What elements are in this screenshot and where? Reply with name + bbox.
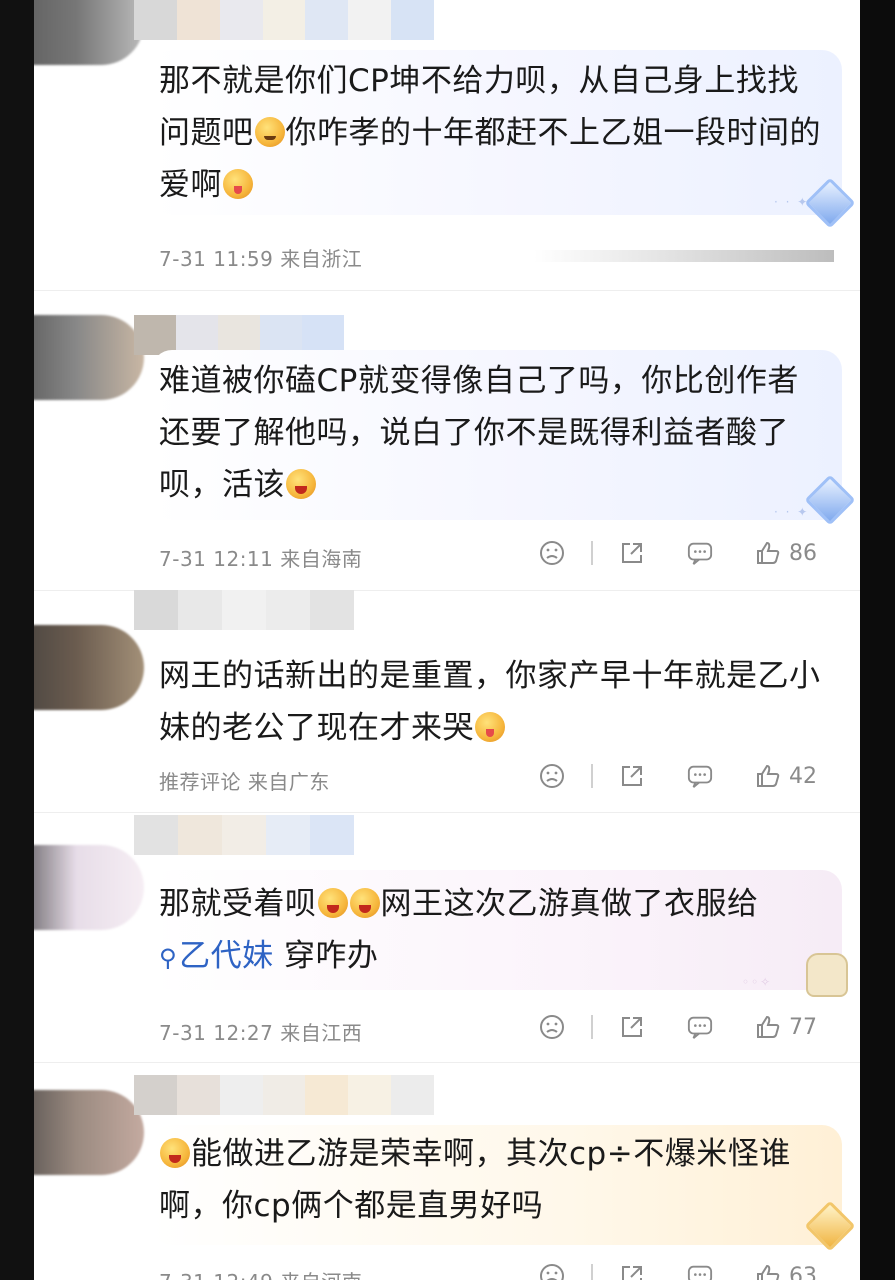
action-separator	[591, 541, 593, 565]
comment-actions: 42	[539, 763, 817, 789]
thumbs-up-icon[interactable]	[755, 1263, 781, 1280]
blurred-action-bar	[534, 250, 834, 262]
sparkle-dots-icon: · · ✦	[774, 195, 810, 209]
username-blurred[interactable]	[134, 0, 434, 40]
username-blurred[interactable]	[134, 1075, 434, 1115]
comment-feed: 那不就是你们CP坤不给力呗，从自己身上找找问题吧 你咋孝的十年都赶不上乙姐一段时间…	[34, 0, 860, 1280]
divider	[34, 1062, 860, 1063]
comment-actions: 77	[539, 1014, 817, 1040]
action-separator	[591, 1264, 593, 1280]
sly-emoji-icon	[475, 712, 505, 742]
search-icon: ⚲	[159, 944, 178, 972]
comment-bubble-icon[interactable]	[687, 1263, 713, 1280]
tongue-out-emoji-icon	[349, 888, 380, 918]
comment-text: 难道被你磕CP就变得像自己了吗，你比创作者还要了解他吗，说白了你不是既得利益者酸…	[159, 363, 799, 503]
avatar[interactable]	[34, 1090, 144, 1175]
share-icon[interactable]	[619, 1263, 645, 1280]
username-blurred[interactable]	[134, 315, 344, 355]
comment-meta: 7-31 12:27 来自江西	[159, 1021, 363, 1045]
comment-bubble-icon[interactable]	[687, 763, 713, 789]
divider	[34, 290, 860, 291]
avatar[interactable]	[34, 0, 144, 65]
comment-meta: 7-31 11:59 来自浙江	[159, 247, 363, 271]
frown-face-icon[interactable]	[539, 1014, 565, 1040]
frown-face-icon[interactable]	[539, 763, 565, 789]
tongue-out-emoji-icon	[160, 1138, 190, 1168]
thumbs-up-icon[interactable]	[755, 1014, 781, 1040]
topic-link[interactable]: ⚲乙代妹	[159, 938, 274, 974]
thumbs-up-icon[interactable]	[755, 540, 781, 566]
comment-meta: 7-31 12:11 来自海南	[159, 547, 363, 571]
comment-bubble-icon[interactable]	[687, 540, 713, 566]
sparkle-dots-icon: · · ✦	[774, 505, 810, 519]
bear-badge-icon	[806, 953, 848, 997]
thumbs-up-icon[interactable]	[755, 763, 781, 789]
avatar[interactable]	[34, 625, 144, 710]
comment-text: 能做进乙游是荣幸啊，其次cp÷不爆米怪谁啊，你cp俩个都是直男好吗	[159, 1136, 791, 1224]
like-count: 77	[789, 1014, 817, 1040]
comment-meta: 推荐评论 来自广东	[159, 770, 330, 794]
like-count: 63	[789, 1263, 817, 1280]
share-icon[interactable]	[619, 1014, 645, 1040]
comment-actions: 86	[539, 540, 817, 566]
tongue-out-emoji-icon	[317, 888, 348, 918]
comment-text: 那就受着呗 网王这次乙游真做了衣服给 ⚲乙代妹 穿咋办	[159, 886, 759, 974]
action-separator	[591, 764, 593, 788]
crying-emoji-icon	[254, 117, 285, 147]
frown-face-icon[interactable]	[539, 1263, 565, 1280]
comment-text: 网王的话新出的是重置，你家产早十年就是乙小妹的老公了现在才来哭	[159, 658, 821, 746]
share-icon[interactable]	[619, 540, 645, 566]
screen-edge	[860, 0, 895, 1280]
comment-text: 那不就是你们CP坤不给力呗，从自己身上找找问题吧 你咋孝的十年都赶不上乙姐一段时间…	[159, 63, 821, 203]
divider	[34, 812, 860, 813]
avatar[interactable]	[34, 315, 144, 400]
comment-actions: 63	[539, 1263, 817, 1280]
tongue-out-emoji-icon	[286, 469, 316, 499]
like-count: 42	[789, 763, 817, 789]
share-icon[interactable]	[619, 763, 645, 789]
action-separator	[591, 1015, 593, 1039]
username-blurred[interactable]	[134, 590, 354, 630]
frown-face-icon[interactable]	[539, 540, 565, 566]
avatar[interactable]	[34, 845, 144, 930]
comment-meta: 7-31 12:49 来自河南	[159, 1266, 362, 1280]
sparkle-dots-icon: ◦◦✧	[742, 975, 773, 989]
like-count: 86	[789, 540, 817, 566]
username-blurred[interactable]	[134, 815, 354, 855]
comment-bubble-icon[interactable]	[687, 1014, 713, 1040]
smiling-emoji-icon	[223, 169, 253, 199]
